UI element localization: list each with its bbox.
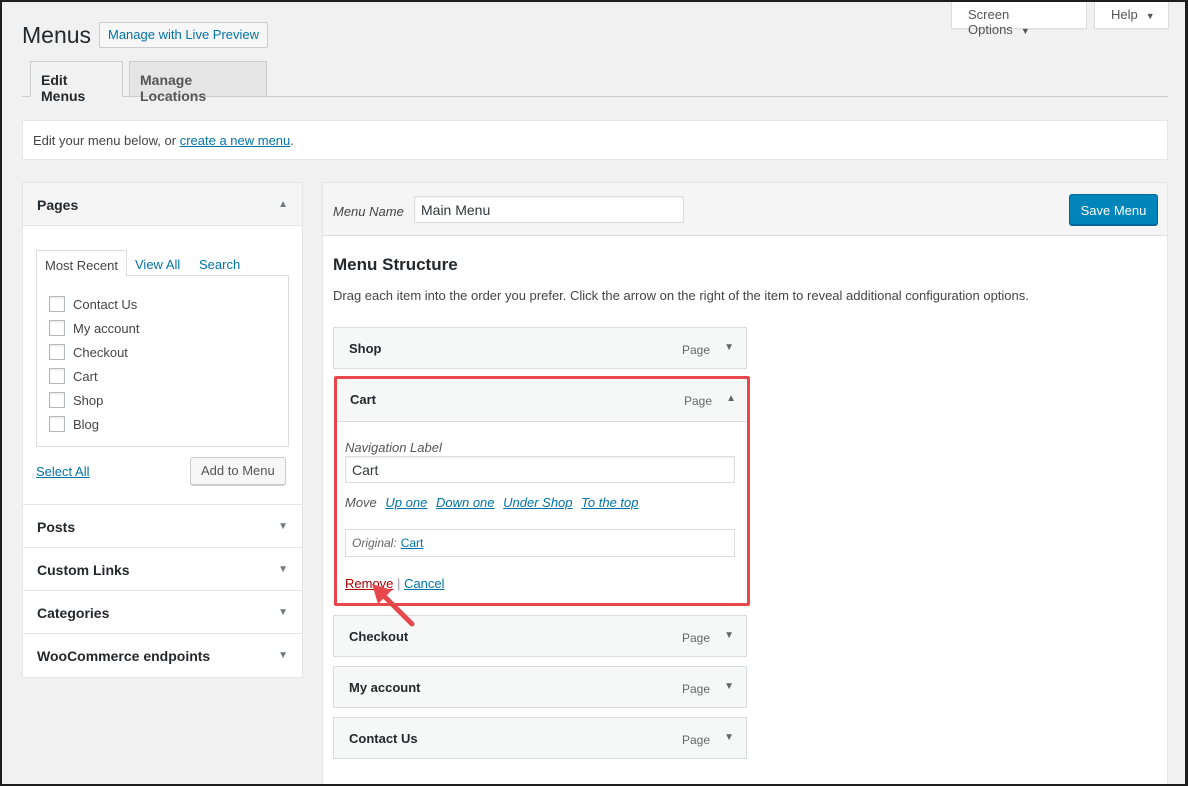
checkbox-label[interactable]: Shop [73, 393, 103, 408]
menu-item-my-account[interactable]: My account Page ▼ [333, 666, 747, 708]
move-up-one-link[interactable]: Up one [385, 495, 427, 510]
checkbox[interactable] [49, 344, 65, 360]
menu-item-title: Contact Us [349, 731, 418, 746]
original-page-link[interactable]: Cart [401, 536, 424, 550]
original-link-box: Original: Cart [345, 529, 735, 557]
accordion-title: Custom Links [37, 562, 130, 578]
menu-item-contact-us[interactable]: Contact Us Page ▼ [333, 717, 747, 759]
add-menu-items-panel: Pages ▲ Most Recent View All Search Cont… [22, 182, 303, 678]
caret-down-icon: ▼ [278, 650, 288, 661]
live-preview-button[interactable]: Manage with Live Preview [99, 22, 269, 48]
caret-down-icon: ▼ [1145, 11, 1155, 21]
pages-subtabs: Most Recent View All Search [36, 250, 289, 277]
add-to-menu-button[interactable]: Add to Menu [190, 457, 286, 485]
menu-management-panel: Menu Name Main Menu Save Menu Menu Struc… [322, 182, 1168, 786]
menu-item-title: Shop [349, 341, 382, 356]
list-item: Cart [49, 364, 276, 388]
help-button[interactable]: Help ▼ [1094, 2, 1169, 29]
accordion-pages-body: Most Recent View All Search Contact Us M… [23, 226, 302, 505]
tab-edit-menus[interactable]: Edit Menus [30, 61, 123, 104]
move-down-one-link[interactable]: Down one [436, 495, 495, 510]
tab-manage-locations[interactable]: Manage Locations [129, 61, 267, 104]
menu-item-title: My account [349, 680, 421, 695]
select-all-link[interactable]: Select All [36, 464, 89, 479]
caret-down-icon[interactable]: ▼ [724, 681, 734, 692]
pages-checklist: Contact Us My account Checkout Cart Shop… [36, 275, 289, 447]
menu-item-type: Page [683, 394, 712, 408]
accordion-categories-header[interactable]: Categories ▼ [23, 591, 302, 634]
accordion-woocommerce-endpoints-header[interactable]: WooCommerce endpoints ▼ [23, 634, 302, 677]
caret-down-icon[interactable]: ▼ [724, 342, 734, 353]
menu-name-label: Menu Name [333, 204, 404, 219]
nav-tabs: Edit Menus Manage Locations [22, 61, 1168, 104]
checkbox-label[interactable]: Contact Us [73, 297, 137, 312]
move-to-top-link[interactable]: To the top [581, 495, 638, 510]
screen-options-button[interactable]: Screen Options ▼ [951, 2, 1087, 37]
navigation-label-input[interactable]: Cart [345, 456, 735, 483]
original-caption: Original: [352, 536, 397, 550]
list-item: Blog [49, 412, 276, 436]
annotation-arrow-icon [372, 584, 415, 627]
checkbox[interactable] [49, 392, 65, 408]
menu-item-title: Checkout [349, 629, 409, 644]
menu-item-title: Cart [350, 392, 377, 407]
list-item: Checkout [49, 340, 276, 364]
accordion-title: Categories [37, 605, 110, 621]
menu-structure-title: Menu Structure [333, 255, 458, 274]
accordion-title: WooCommerce endpoints [37, 648, 211, 664]
navigation-label-caption: Navigation Label [345, 440, 442, 455]
subtab-view-all[interactable]: View All [127, 250, 188, 276]
checkbox[interactable] [49, 296, 65, 312]
caret-up-icon[interactable]: ▲ [726, 393, 736, 404]
caret-down-icon: ▼ [278, 607, 288, 618]
list-item: Contact Us [49, 292, 276, 316]
menu-item-type: Page [681, 631, 710, 645]
subtab-search[interactable]: Search [191, 250, 248, 276]
notice-punct: . [290, 133, 294, 148]
accordion-pages-header[interactable]: Pages ▲ [23, 183, 302, 226]
caret-down-icon: ▼ [1020, 26, 1030, 36]
checkbox[interactable] [49, 368, 65, 384]
caret-up-icon: ▲ [278, 199, 288, 210]
menu-item-type: Page [681, 733, 710, 747]
accordion-title: Pages [37, 197, 79, 213]
notice-text: Edit your menu below, or [33, 133, 180, 148]
accordion-title: Posts [37, 519, 76, 535]
menu-structure-description: Drag each item into the order you prefer… [333, 288, 1029, 303]
move-controls: Move Up one Down one Under Shop To the t… [345, 495, 639, 510]
menu-header: Menu Name Main Menu Save Menu [323, 183, 1167, 236]
menu-item-cart-expanded: Cart Page ▲ Navigation Label Cart Move U… [334, 376, 750, 606]
menu-item-type: Page [681, 343, 710, 357]
menu-item-shop[interactable]: Shop Page ▼ [333, 327, 747, 369]
page-title: Menus [22, 22, 92, 48]
checkbox-label[interactable]: Cart [73, 369, 98, 384]
checkbox[interactable] [49, 320, 65, 336]
list-item: Shop [49, 388, 276, 412]
caret-down-icon[interactable]: ▼ [724, 630, 734, 641]
checkbox-label[interactable]: Blog [73, 417, 99, 432]
edit-menu-notice: Edit your menu below, or create a new me… [22, 120, 1168, 160]
checkbox-label[interactable]: My account [73, 321, 139, 336]
save-menu-button[interactable]: Save Menu [1069, 194, 1158, 225]
menu-item-cart-header[interactable]: Cart Page ▲ [337, 379, 747, 422]
subtab-most-recent[interactable]: Most Recent [36, 250, 127, 277]
menu-name-input[interactable]: Main Menu [414, 196, 684, 223]
caret-down-icon: ▼ [278, 521, 288, 532]
caret-down-icon[interactable]: ▼ [724, 732, 734, 743]
accordion-custom-links-header[interactable]: Custom Links ▼ [23, 548, 302, 591]
help-label: Help [1111, 7, 1138, 22]
checkbox-label[interactable]: Checkout [73, 345, 128, 360]
move-under-shop-link[interactable]: Under Shop [503, 495, 572, 510]
move-caption: Move [345, 495, 377, 510]
menu-item-type: Page [681, 682, 710, 696]
create-new-menu-link[interactable]: create a new menu [180, 133, 291, 148]
checkbox[interactable] [49, 416, 65, 432]
caret-down-icon: ▼ [278, 564, 288, 575]
screen-options-label: Screen Options [968, 7, 1013, 37]
list-item: My account [49, 316, 276, 340]
accordion-posts-header[interactable]: Posts ▼ [23, 505, 302, 548]
